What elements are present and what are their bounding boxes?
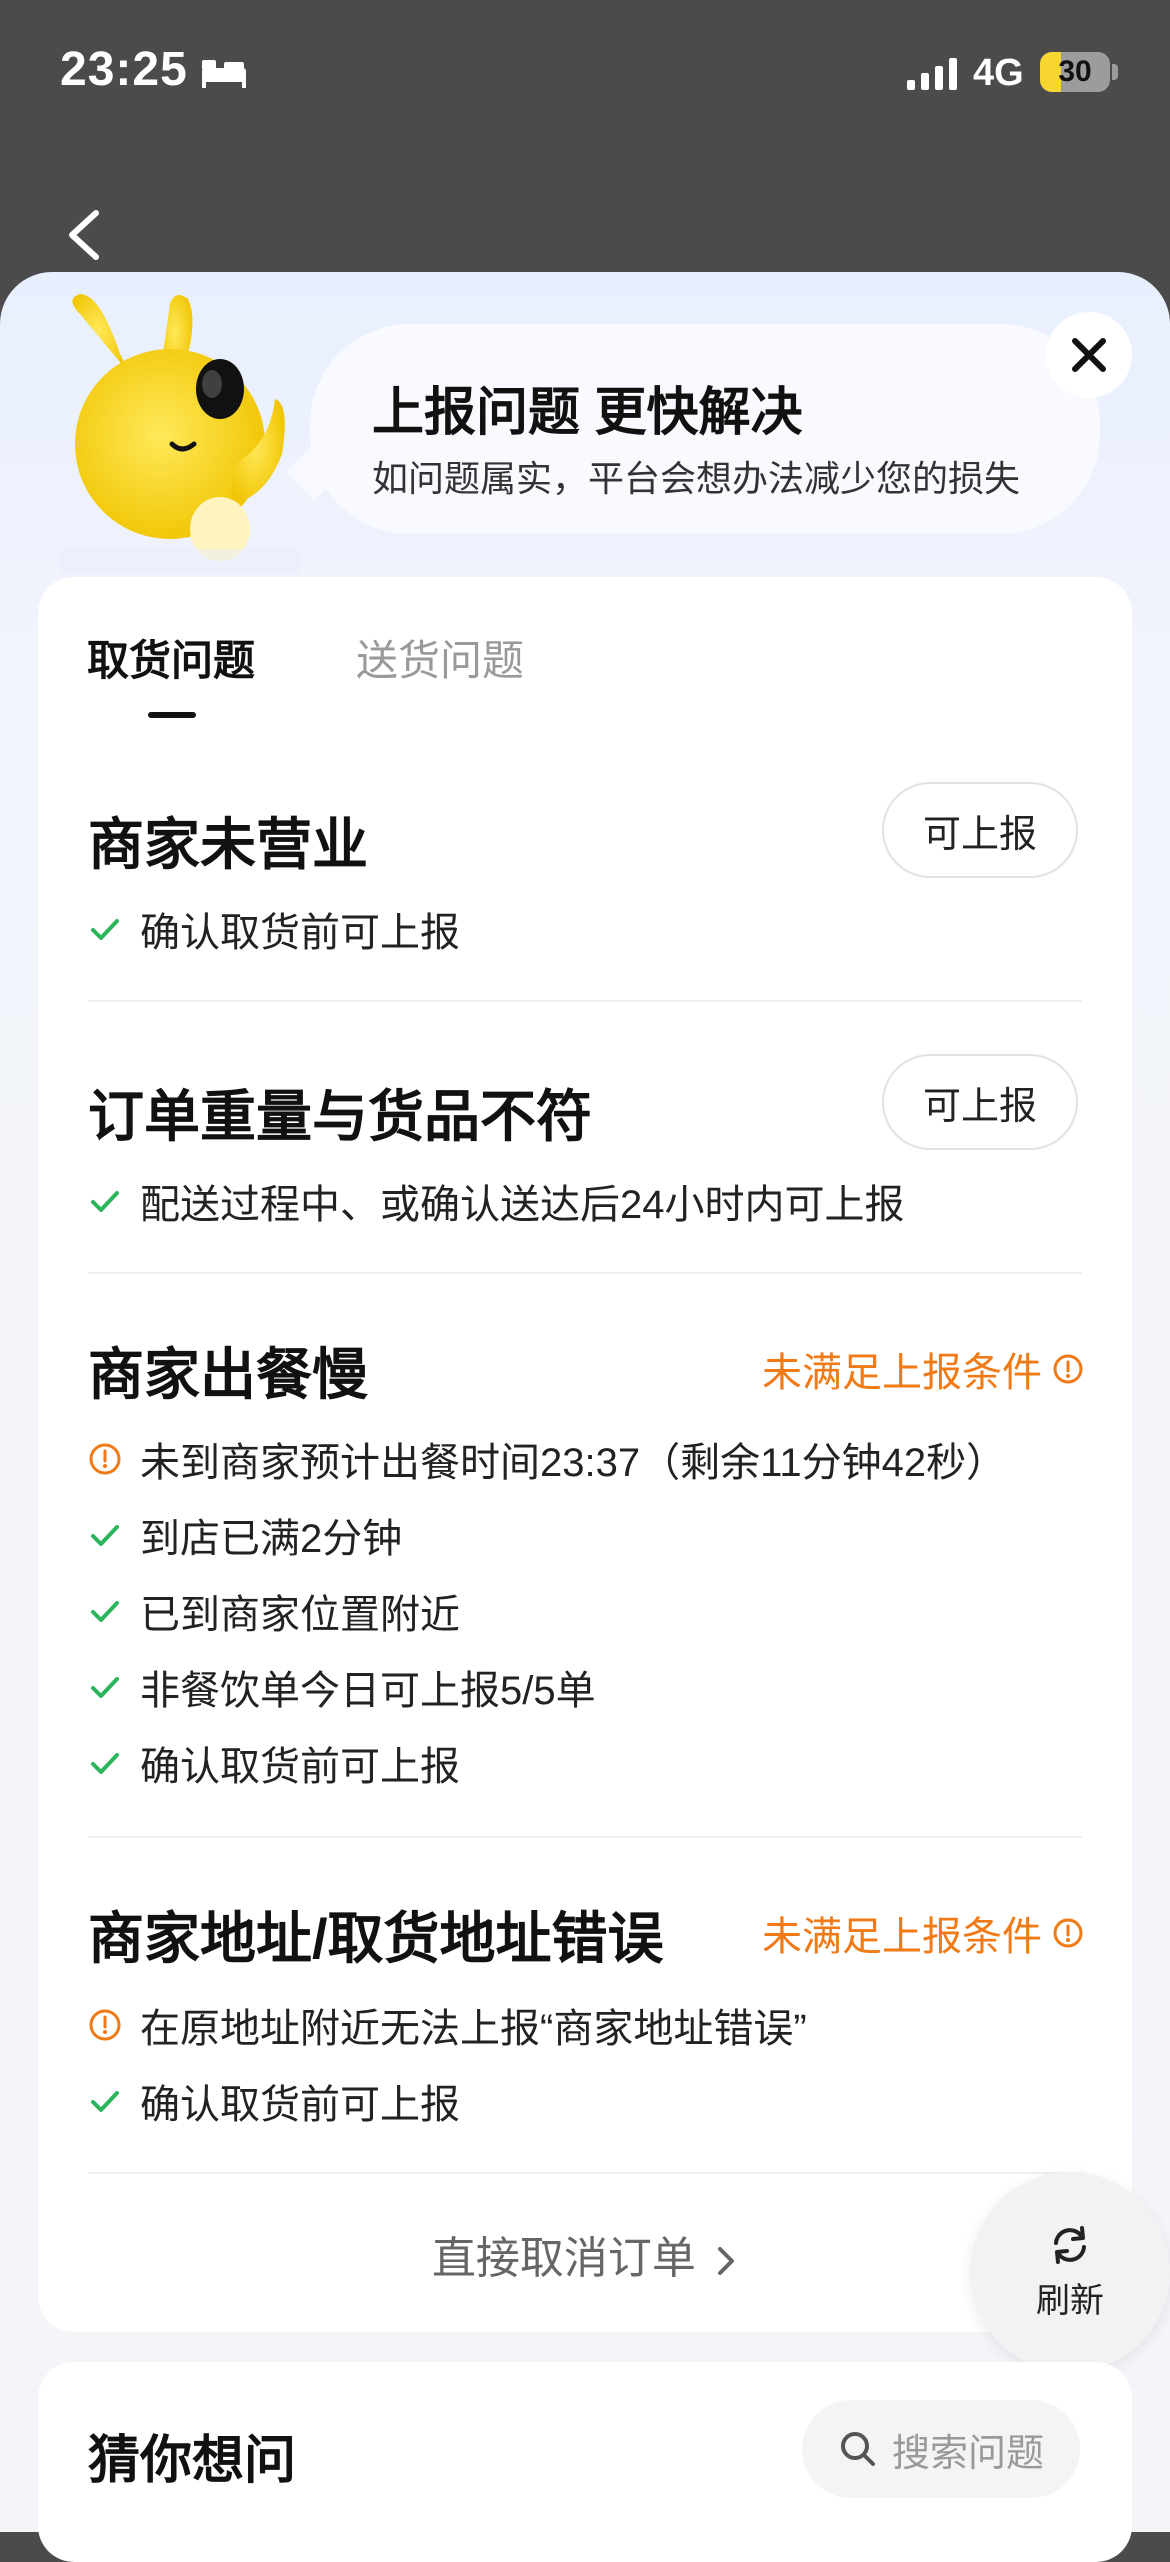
battery-level: 30 <box>1058 55 1092 88</box>
header-title: 上报问题 更快解决 <box>372 384 803 442</box>
condition-text: 非餐饮单今日可上报5/5单 <box>140 1669 596 1713</box>
chevron-right-icon <box>718 2247 735 2276</box>
cancel-order-link[interactable]: 直接取消订单 <box>38 2222 1132 2286</box>
condition-text: 配送过程中、或确认送达后24小时内可上报 <box>140 1183 905 1227</box>
unmet-status[interactable]: 未满足上报条件 <box>762 1904 1084 1962</box>
header-subtitle: 如问题属实，平台会想办法减少您的损失 <box>372 458 1021 499</box>
close-icon <box>1072 338 1106 372</box>
condition-row: 确认取货前可上报 <box>88 900 460 958</box>
check-icon <box>91 1677 119 1698</box>
condition-row: 到店已满2分钟 <box>88 1506 402 1564</box>
issue-title: 订单重量与货品不符 <box>88 1085 592 1148</box>
search-placeholder: 搜索问题 <box>891 2432 1044 2475</box>
tab-pickup-issues[interactable]: 取货问题 <box>87 627 255 688</box>
unmet-status[interactable]: 未满足上报条件 <box>762 1340 1084 1398</box>
refresh-button[interactable]: 刷新 <box>970 2172 1170 2372</box>
divider <box>88 2172 1082 2174</box>
condition-row: 非餐饮单今日可上报5/5单 <box>88 1658 596 1716</box>
bed-icon <box>202 60 246 88</box>
network-type: 4G <box>973 52 1024 94</box>
condition-row: 配送过程中、或确认送达后24小时内可上报 <box>88 1172 905 1230</box>
unmet-status-label: 未满足上报条件 <box>762 1915 1042 1959</box>
check-icon <box>91 1525 119 1546</box>
report-button[interactable]: 可上报 <box>882 782 1078 878</box>
divider <box>88 1836 1082 1838</box>
condition-text: 到店已满2分钟 <box>140 1517 403 1561</box>
divider <box>88 1000 1082 1002</box>
warning-icon <box>89 1443 121 1475</box>
info-icon <box>1053 1354 1083 1384</box>
check-icon <box>91 1753 119 1774</box>
condition-row: 已到商家位置附近 <box>88 1582 460 1640</box>
check-icon <box>91 1191 119 1212</box>
issue-title: 商家出餐慢 <box>88 1343 368 1406</box>
condition-row: 未到商家预计出餐时间23:37（剩余11分钟42秒） <box>88 1430 1006 1488</box>
issue-title: 商家地址/取货地址错误 <box>88 1907 664 1970</box>
back-icon[interactable] <box>60 205 110 265</box>
refresh-icon <box>1054 2225 1086 2264</box>
divider <box>88 1272 1082 1274</box>
refresh-label: 刷新 <box>1036 2281 1104 2320</box>
status-bar: 23:25 4G 30 <box>0 0 1170 150</box>
info-icon <box>1053 1918 1083 1948</box>
issue-title: 商家未营业 <box>88 813 368 876</box>
condition-text: 确认取货前可上报 <box>140 2083 460 2127</box>
status-time: 23:25 <box>60 43 188 96</box>
condition-text: 未到商家预计出餐时间23:37（剩余11分钟42秒） <box>140 1441 1007 1485</box>
report-button[interactable]: 可上报 <box>882 1054 1078 1150</box>
warning-icon <box>89 2009 121 2041</box>
check-icon <box>91 2091 119 2112</box>
search-icon <box>840 2432 875 2466</box>
battery-cap <box>1112 64 1118 80</box>
condition-text: 确认取货前可上报 <box>140 911 460 955</box>
check-icon <box>91 1601 119 1622</box>
condition-row: 确认取货前可上报 <box>88 2072 460 2130</box>
guess-title: 猜你想问 <box>88 2432 297 2490</box>
close-button[interactable] <box>1046 312 1132 398</box>
mascot-illustration <box>60 294 300 574</box>
signal-icon <box>907 58 957 90</box>
search-input[interactable]: 搜索问题 <box>802 2400 1080 2498</box>
tab-delivery-issues[interactable]: 送货问题 <box>356 627 524 688</box>
unmet-status-label: 未满足上报条件 <box>762 1351 1042 1395</box>
condition-text: 在原地址附近无法上报“商家地址错误” <box>140 2007 807 2051</box>
condition-row: 在原地址附近无法上报“商家地址错误” <box>88 1996 807 2054</box>
condition-text: 已到商家位置附近 <box>140 1593 460 1637</box>
condition-text: 确认取货前可上报 <box>140 1745 460 1789</box>
check-icon <box>91 919 119 940</box>
battery-indicator: 30 <box>1040 52 1110 92</box>
condition-row: 确认取货前可上报 <box>88 1734 460 1792</box>
cancel-order-label: 直接取消订单 <box>431 2234 696 2283</box>
tab-active-indicator <box>148 712 196 718</box>
